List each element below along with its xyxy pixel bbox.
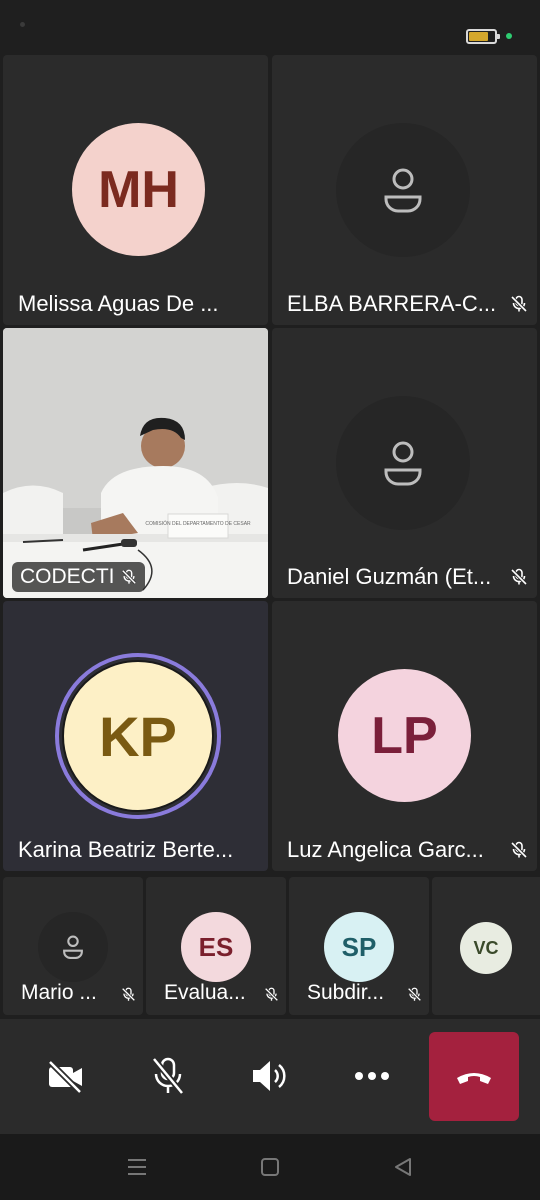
mic-off-icon [264,987,279,1002]
person-icon [63,935,83,959]
participant-name: Subdir... [307,981,385,1004]
back-icon [395,1158,411,1176]
speaker-icon [253,1061,286,1091]
person-icon [384,168,422,213]
camera-dot [20,22,25,27]
back-button[interactable] [388,1154,418,1180]
mic-off-icon [407,987,422,1002]
participant-name: Melissa Aguas De ... [18,291,219,316]
status-bar [0,0,540,52]
participant-name: Luz Angelica Garc... [287,837,484,862]
participant-name: Karina Beatriz Berte... [18,837,234,862]
call-controls [0,1019,540,1134]
participant-tile-daniel[interactable]: Daniel Guzmán (Et... [272,328,537,598]
participant-name: CODECTI [20,565,115,588]
battery-fill [469,32,488,41]
mic-off-icon [510,568,528,586]
more-options-button[interactable] [340,1041,404,1111]
mic-off-icon [151,1057,185,1095]
avatar: SP [324,912,394,982]
mic-off-icon [510,841,528,859]
video-board-text: COMISIÓN DEL DEPARTAMENTO DE CESAR [145,520,251,527]
video-feed: COMISIÓN DEL DEPARTAMENTO DE CESAR [3,328,268,598]
participant-tile-luz[interactable]: LP Luz Angelica Garc... [272,601,537,871]
avatar: KP [62,660,214,812]
generic-avatar [336,123,470,257]
speaker-button[interactable] [238,1041,302,1111]
participant-tile-karina[interactable]: KP Karina Beatriz Berte... [3,601,268,871]
home-button[interactable] [255,1154,285,1180]
participant-name: Evalua... [164,981,246,1004]
participant-tile-vc[interactable]: VC [432,877,540,1015]
speaking-ring: KP [55,653,221,819]
end-call-icon [457,1072,491,1084]
battery-icon [466,29,500,44]
generic-avatar [336,396,470,530]
recents-button[interactable] [122,1154,152,1180]
mic-off-icon [510,295,528,313]
person-icon [384,441,422,486]
participant-tile-melissa[interactable]: MH Melissa Aguas De ... [3,55,268,325]
avatar: MH [72,123,205,256]
participant-tile-subdir[interactable]: SP Subdir... [289,877,429,1015]
participant-tile-elba[interactable]: ELBA BARRERA-C... [272,55,537,325]
mic-off-icon [121,987,136,1002]
name-chip: CODECTI [12,562,145,592]
avatar: VC [460,922,512,974]
mic-off-icon [121,569,136,585]
mic-toggle-button[interactable] [136,1041,200,1111]
participant-tile-mario[interactable]: Mario ... [3,877,143,1015]
end-call-button[interactable] [429,1032,519,1121]
generic-avatar [38,912,108,982]
avatar: ES [181,912,251,982]
more-icon [355,1072,389,1080]
avatar: LP [338,669,471,802]
participant-name: Daniel Guzmán (Et... [287,564,492,589]
participant-tile-codecti[interactable]: COMISIÓN DEL DEPARTAMENTO DE CESAR CODEC… [3,328,268,598]
camera-toggle-button[interactable] [34,1041,98,1111]
home-icon [261,1158,279,1176]
participant-name: ELBA BARRERA-C... [287,291,497,316]
camera-off-icon [47,1059,83,1093]
recents-icon [128,1159,146,1175]
participant-tile-evalua[interactable]: ES Evalua... [146,877,286,1015]
participant-name: Mario ... [21,981,97,1004]
connection-dot [506,33,512,39]
system-nav-bar [0,1134,540,1200]
